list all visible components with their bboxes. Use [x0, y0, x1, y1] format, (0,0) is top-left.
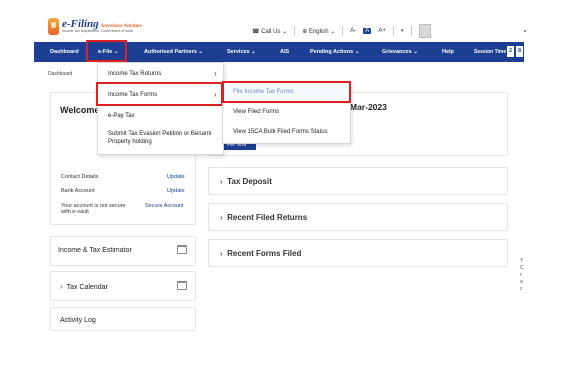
divider: [411, 26, 413, 36]
efiling-logo[interactable]: e-Filing Anywhere Anytime Income Tax Depa…: [48, 18, 142, 35]
avatar[interactable]: [419, 24, 432, 38]
recent-filed-returns-text: Recent Filed Returns: [227, 213, 308, 222]
filing-year-title: Mar-2023: [350, 102, 387, 112]
chevron-right-icon: ›: [220, 249, 223, 258]
contact-details-label: Contact Details: [61, 174, 99, 180]
secure-account-label: Your account is not secure with e-vault: [61, 203, 126, 215]
bank-update-link[interactable]: Update: [167, 188, 185, 194]
calendar-icon: [177, 281, 187, 290]
highlight-box-efile: [86, 40, 127, 62]
chevron-right-icon: ›: [220, 177, 223, 186]
globe-icon: ⊕: [302, 28, 308, 35]
menu-item-epay-tax[interactable]: e-Pay Tax: [108, 113, 135, 121]
language-selector[interactable]: ⊕ English ⌄: [302, 28, 335, 35]
welcome-title: Welcome: [60, 105, 100, 115]
menu-item-view-15ca-bulk-status[interactable]: View 15CA Bulk Filed Forms Status: [233, 129, 328, 135]
menu-item-income-tax-returns[interactable]: Income Tax Returns: [108, 71, 161, 79]
tax-deposit-label: › Tax Deposit: [220, 177, 272, 186]
chevron-down-icon: ⌄: [330, 28, 336, 35]
recent-forms-filed-text: Recent Forms Filed: [227, 249, 302, 258]
chevron-right-icon: ›: [220, 213, 223, 222]
divider: [392, 26, 394, 36]
menu-item-view-filed-forms[interactable]: View Filed Forms: [233, 109, 279, 115]
nav-pending-actions-label: Pending Actions: [310, 49, 354, 55]
logo-subtitle: Income Tax Department, Government of Ind…: [62, 29, 133, 34]
side-tab-clipped[interactable]: YCrac: [520, 258, 524, 293]
chevron-down-icon: ⌄: [413, 49, 418, 55]
estimator-label: Income & Tax Estimator: [58, 247, 132, 254]
nav-authorised-partners[interactable]: Authorised Partners ⌄: [144, 49, 203, 55]
breadcrumb[interactable]: Dashboard: [48, 71, 72, 77]
divider: [342, 26, 344, 36]
activity-log-label: Activity Log: [60, 317, 96, 324]
chevron-right-icon: ›: [214, 69, 217, 78]
calculator-icon: [177, 245, 187, 254]
font-increase-button[interactable]: A+: [378, 28, 386, 34]
highlight-box-income-tax-forms: [96, 82, 223, 106]
phone-icon: ☎: [252, 28, 260, 35]
top-header: e-Filing Anywhere Anytime Income Tax Depa…: [34, 12, 526, 42]
nav-pending-actions[interactable]: Pending Actions ⌄: [310, 49, 359, 55]
nav-ais[interactable]: AIS: [280, 49, 289, 55]
secure-account-link[interactable]: Secure Account: [145, 203, 184, 209]
nav-dashboard[interactable]: Dashboard: [50, 49, 79, 55]
language-label: English: [308, 28, 329, 35]
font-decrease-button[interactable]: A-: [350, 28, 356, 34]
nav-authorised-partners-label: Authorised Partners: [144, 49, 197, 55]
contrast-icon[interactable]: ◐: [401, 28, 405, 34]
nav-help[interactable]: Help: [442, 49, 454, 55]
recent-forms-filed-label: › Recent Forms Filed: [220, 249, 301, 258]
divider: [294, 26, 296, 36]
call-us-button[interactable]: ☎ Call Us ⌄: [252, 28, 287, 35]
more-icon[interactable]: [524, 30, 526, 32]
contact-update-link[interactable]: Update: [167, 174, 185, 180]
call-us-label: Call Us: [261, 28, 281, 35]
chevron-down-icon: ⌄: [251, 49, 256, 55]
bank-account-label: Bank Account: [61, 188, 95, 194]
session-time-label: Session Time: [474, 49, 507, 55]
emblem-icon: [48, 18, 59, 35]
menu-item-tax-evasion-petition[interactable]: Submit Tax Evasion Petition or Benami Pr…: [108, 131, 218, 147]
session-digit: 8: [516, 46, 523, 57]
chevron-down-icon: ⌄: [282, 28, 288, 35]
tax-calendar-text: Tax Calendar: [66, 284, 108, 291]
tax-deposit-text: Tax Deposit: [227, 177, 272, 186]
session-digit: 2: [507, 46, 514, 57]
highlight-box-file-income-tax-forms: [222, 81, 351, 103]
chevron-down-icon: ⌄: [198, 49, 204, 55]
efile-dropdown-menu: Income Tax Returns › Income Tax Forms › …: [97, 62, 224, 155]
nav-grievances[interactable]: Grievances ⌄: [382, 49, 418, 55]
tax-calendar-label: › Tax Calendar: [60, 282, 108, 291]
chevron-down-icon: ⌄: [354, 49, 360, 55]
recent-filed-returns-label: › Recent Filed Returns: [220, 213, 307, 222]
font-normal-button[interactable]: A: [363, 28, 372, 34]
chevron-right-icon: ›: [60, 282, 63, 291]
nav-services[interactable]: Services ⌄: [227, 49, 256, 55]
nav-grievances-label: Grievances: [382, 49, 412, 55]
nav-services-label: Services: [227, 49, 250, 55]
